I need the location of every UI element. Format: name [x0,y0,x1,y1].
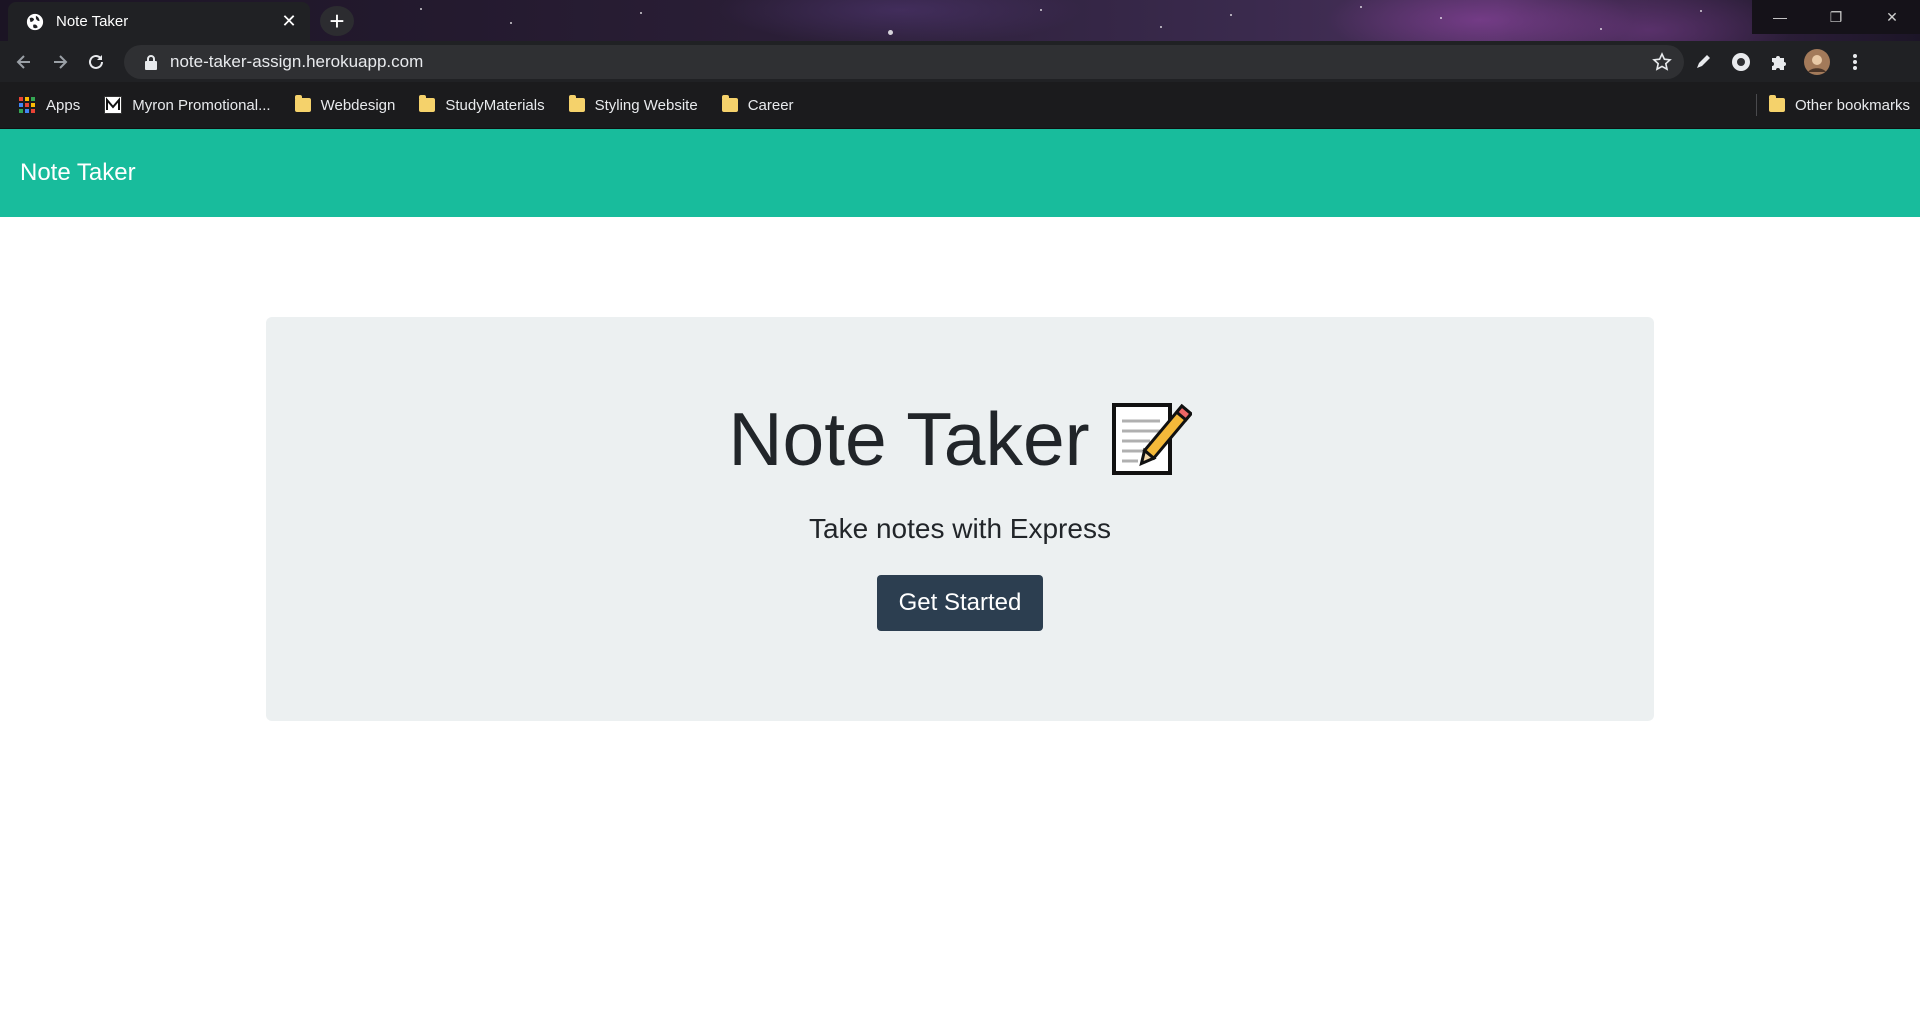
extensions-puzzle-icon[interactable] [1760,44,1798,80]
folder-icon [568,95,585,112]
folder-icon [419,95,436,112]
hero-heading-text: Note Taker [728,396,1090,481]
pen-extension-icon[interactable] [1684,44,1722,80]
site-navbar: Note Taker [0,129,1920,217]
bookmarks-bar: Apps Myron Promotional... Webdesign Stud… [0,82,1920,129]
url-text: note-taker-assign.herokuapp.com [170,51,424,71]
bookmark-other[interactable]: Other bookmarks [1768,95,1910,114]
tab-title: Note Taker [56,13,129,30]
window-controls: — ❐ ✕ [1752,0,1920,34]
folder-icon [294,95,311,112]
bookmark-label: Styling Website [594,96,698,114]
bookmarks-divider [1755,94,1757,116]
close-window-icon[interactable]: ✕ [1864,0,1920,34]
forward-arrow-icon [54,54,68,69]
back-button[interactable] [6,44,42,80]
bookmark-label: Apps [46,96,81,114]
lock-icon [145,54,157,70]
reload-button[interactable] [78,44,114,80]
bookmark-career[interactable]: Career [721,95,794,114]
bookmark-webdesign[interactable]: Webdesign [294,95,396,114]
browser-menu-icon[interactable] [1836,44,1874,80]
browser-toolbar: note-taker-assign.herokuapp.com [0,41,1920,82]
minimize-icon[interactable]: — [1752,0,1808,34]
globe-icon [26,13,44,30]
restore-icon[interactable]: ❐ [1808,0,1864,34]
profile-avatar[interactable] [1798,44,1836,80]
bookmark-myron[interactable]: Myron Promotional... [104,96,271,114]
back-arrow-icon [16,54,30,69]
bookmark-apps[interactable]: Apps [18,96,80,114]
folder-icon [721,95,738,112]
bookmark-star-icon[interactable] [1652,51,1672,72]
bookmark-studymaterials[interactable]: StudyMaterials [419,95,545,114]
navbar-brand[interactable]: Note Taker [20,159,136,187]
bookmark-label: StudyMaterials [445,96,545,114]
bookmark-label: Webdesign [320,96,396,114]
bookmark-label: Other bookmarks [1794,96,1910,114]
bookmark-styling-website[interactable]: Styling Website [568,95,698,114]
apps-grid-icon [19,97,35,113]
new-tab-button[interactable]: + [320,6,354,36]
hero-lead-text: Take notes with Express [809,513,1111,544]
myron-m-icon [104,96,123,114]
get-started-button[interactable]: Get Started [876,575,1044,631]
bookmark-label: Career [747,96,794,114]
bookmark-label: Myron Promotional... [132,96,271,114]
browser-titlebar: Note Taker ✕ + — ❐ ✕ [0,0,1920,41]
page-title: Note Taker [266,399,1654,479]
forward-button[interactable] [42,44,78,80]
browser-tab[interactable]: Note Taker ✕ [8,2,310,41]
address-bar[interactable]: note-taker-assign.herokuapp.com [124,44,1684,79]
hero-jumbotron: Note Taker Take notes with Express Get S… [266,317,1654,721]
reload-icon [89,54,103,69]
circle-extension-icon[interactable] [1722,44,1760,80]
folder-icon [1768,95,1785,112]
close-tab-icon[interactable]: ✕ [278,11,300,33]
memo-emoji-icon [1111,403,1192,475]
